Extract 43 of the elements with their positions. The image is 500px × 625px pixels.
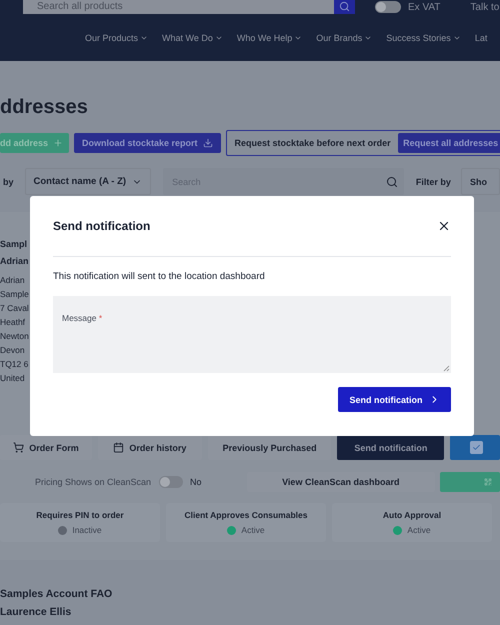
page-title: ddresses (0, 95, 89, 119)
contact-link[interactable]: Talk to (470, 2, 500, 12)
nav-item[interactable]: What We Do (162, 33, 223, 43)
field-label: Message * (62, 313, 102, 323)
address-heading: Sampl (0, 238, 28, 251)
sort-label: by (3, 176, 14, 186)
address-line: Newton (0, 330, 29, 343)
address-heading: Samples Account FAO (0, 588, 112, 600)
nav-item[interactable]: Lat (474, 33, 488, 43)
nav-item[interactable]: Who We Help (236, 33, 302, 43)
address-heading: Adrian (0, 255, 29, 268)
dialog-title: Send notification (53, 219, 150, 233)
request-all-button[interactable]: Request all addresses (398, 133, 500, 153)
address-line: United (0, 372, 25, 385)
send-notification-button[interactable]: Send notification (338, 387, 451, 412)
message-field[interactable]: Message * (53, 296, 451, 373)
address-line: Adrian (0, 274, 25, 287)
sort-select[interactable]: Contact name (A - Z) (24, 168, 152, 195)
status-value: Inactive (72, 525, 102, 535)
search-field[interactable]: Search all products (23, 0, 355, 14)
nav-item[interactable]: Success Stories (386, 33, 461, 43)
address-line: Sample (0, 288, 29, 301)
nav-item[interactable]: Our Brands (316, 33, 372, 43)
address-line: TQ12 6 (0, 358, 28, 371)
status-value: Active (407, 525, 431, 535)
filter-select[interactable]: Sho (460, 168, 500, 195)
pricing-label: Pricing Shows on CleanScan (35, 477, 152, 487)
download-report-button[interactable]: Download stocktake report (74, 133, 221, 153)
card-tab[interactable]: Send notification (337, 435, 444, 460)
pricing-value: No (190, 477, 202, 487)
status-label: Client Approves Consumables (184, 510, 308, 520)
toggle-label: Ex VAT (408, 2, 440, 12)
nav-item[interactable]: Our Products (85, 33, 148, 43)
status-label: Auto Approval (382, 510, 442, 520)
dialog-description: This notification will sent to the location dashboard (53, 271, 266, 282)
stocktake-label: Request stocktake before next order (234, 138, 391, 148)
status-label: Requires PIN to order (36, 510, 124, 520)
address-line: Devon (0, 344, 25, 357)
address-heading: Laurence Ellis (0, 606, 72, 618)
status-value: Active (241, 525, 265, 535)
address-line: Heathf (0, 316, 26, 329)
filter-label: Filter by (416, 176, 451, 186)
address-line: 7 Caval (0, 302, 29, 315)
